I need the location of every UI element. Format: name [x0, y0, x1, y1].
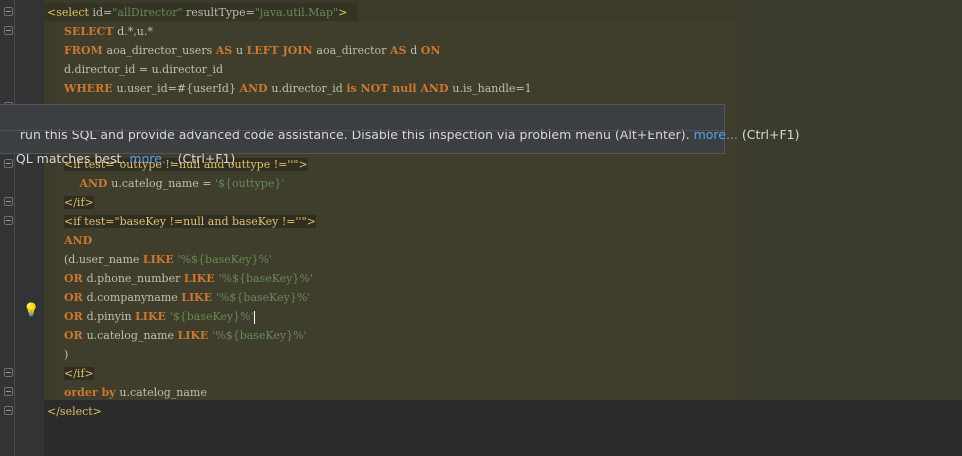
- code-token: </select>: [47, 405, 102, 418]
- editor-right-margin: [737, 0, 962, 400]
- code-token: u: [236, 44, 247, 57]
- code-token: WHERE: [64, 82, 117, 95]
- fold-marker-icon[interactable]: [4, 216, 13, 225]
- fold-marker-icon[interactable]: [4, 26, 13, 35]
- code-line[interactable]: SELECT d.*,u.*: [64, 22, 153, 41]
- code-token: AS: [389, 44, 411, 57]
- code-token: order by: [64, 386, 120, 399]
- code-line[interactable]: AND: [64, 231, 92, 250]
- gutter-divider: [14, 0, 15, 456]
- code-line[interactable]: OR d.phone_number LIKE '%${baseKey}%': [64, 269, 313, 288]
- code-line[interactable]: </if>: [64, 193, 94, 212]
- code-token: OR: [64, 291, 87, 304]
- code-token: </if>: [64, 196, 94, 209]
- code-line[interactable]: OR d.companyname LIKE '%${baseKey}%': [64, 288, 310, 307]
- more-link[interactable]: more...: [129, 151, 173, 166]
- code-token: '${outtype}': [215, 177, 285, 190]
- code-token: id=: [92, 6, 113, 19]
- code-token: is NOT null AND: [346, 82, 453, 95]
- code-line[interactable]: <select id="allDirector" resultType="jav…: [47, 3, 347, 22]
- code-token: ): [64, 348, 69, 361]
- code-token: LIKE: [135, 310, 170, 323]
- code-token: u.catelog_name =: [111, 177, 215, 190]
- code-token: d.pinyin: [86, 310, 136, 323]
- shortcut-text: (Ctrl+F1): [737, 127, 800, 142]
- code-token: SELECT: [64, 25, 118, 38]
- code-line[interactable]: order by u.catelog_name: [64, 383, 207, 402]
- code-token: '%${baseKey}%': [215, 291, 311, 304]
- code-token: OR: [64, 272, 87, 285]
- shortcut-text: (Ctrl+F1): [173, 151, 236, 166]
- code-token: u.director_id: [271, 82, 347, 95]
- code-line[interactable]: OR u.catelog_name LIKE '%${baseKey}%': [64, 326, 307, 345]
- code-line[interactable]: d.director_id = u.director_id: [64, 60, 223, 79]
- code-token: '%${baseKey}%': [177, 253, 272, 266]
- code-line[interactable]: AND u.catelog_name = '${outtype}': [64, 174, 284, 193]
- code-line[interactable]: </select>: [47, 402, 102, 421]
- tooltip-text: QL matches best.: [15, 151, 130, 166]
- code-line[interactable]: FROM aoa_director_users AS u LEFT JOIN a…: [64, 41, 440, 60]
- code-token: <if test="baseKey !=null and baseKey !='…: [64, 215, 316, 228]
- code-token: aoa_director: [316, 44, 390, 57]
- code-token: FROM: [64, 44, 107, 57]
- code-token: LIKE: [181, 291, 216, 304]
- tooltip-separator: [0, 130, 724, 131]
- code-line[interactable]: OR d.pinyin LIKE '${baseKey}%': [64, 307, 255, 326]
- tooltip-line-2: QL matches best. more... (Ctrl+F1): [0, 132, 235, 166]
- code-token: <select: [47, 6, 93, 19]
- inspection-tooltip: run this SQL and provide advanced code a…: [0, 104, 799, 166]
- code-token: d.companyname: [86, 291, 182, 304]
- code-token: AND: [239, 82, 272, 95]
- code-token: '%${baseKey}%': [212, 329, 307, 342]
- code-token: OR: [64, 310, 87, 323]
- code-line[interactable]: </if>: [64, 364, 94, 383]
- code-line[interactable]: WHERE u.user_id=#{userId} AND u.director…: [64, 79, 532, 98]
- code-token: u.is_handle=1: [452, 82, 532, 95]
- code-token: AS: [215, 44, 237, 57]
- fold-marker-icon[interactable]: [4, 406, 13, 415]
- code-token: u.catelog_name: [119, 386, 207, 399]
- fold-marker-icon[interactable]: [4, 387, 13, 396]
- code-token: AND: [64, 177, 112, 190]
- tooltip-line-1: run this SQL and provide advanced code a…: [4, 108, 800, 142]
- code-token: '%${baseKey}%': [218, 272, 313, 285]
- code-token: d.*,u.*: [117, 25, 153, 38]
- code-token: aoa_director_users: [106, 44, 216, 57]
- code-token: d.director_id = u.director_id: [64, 63, 224, 76]
- code-token: AND: [64, 234, 93, 247]
- code-token: u.catelog_name: [86, 329, 178, 342]
- code-token: "allDirector": [112, 6, 183, 19]
- code-token: u.user_id=#{userId}: [116, 82, 240, 95]
- code-token: LIKE: [142, 253, 178, 266]
- code-token: LIKE: [183, 272, 219, 285]
- fold-marker-icon[interactable]: [4, 368, 13, 377]
- code-token: >: [338, 6, 348, 19]
- code-token: </if>: [64, 367, 94, 380]
- fold-marker-icon[interactable]: [4, 197, 13, 206]
- code-token: '${baseKey}%': [169, 310, 254, 323]
- code-line[interactable]: (d.user_name LIKE '%${baseKey}%': [64, 250, 272, 269]
- code-token: resultType=: [182, 6, 255, 19]
- text-cursor: [253, 310, 255, 324]
- code-line[interactable]: ): [64, 345, 68, 364]
- code-token: (d.user_name: [64, 253, 143, 266]
- code-token: ON: [420, 44, 441, 57]
- code-line[interactable]: <if test="baseKey !=null and baseKey !='…: [64, 212, 316, 231]
- code-token: LEFT JOIN: [246, 44, 317, 57]
- fold-marker-icon[interactable]: [4, 7, 13, 16]
- code-token: "java.util.Map": [254, 6, 339, 19]
- code-token: d: [410, 44, 421, 57]
- code-token: LIKE: [177, 329, 213, 342]
- code-token: d.phone_number: [86, 272, 184, 285]
- lightbulb-icon[interactable]: 💡: [23, 303, 39, 319]
- code-token: OR: [64, 329, 87, 342]
